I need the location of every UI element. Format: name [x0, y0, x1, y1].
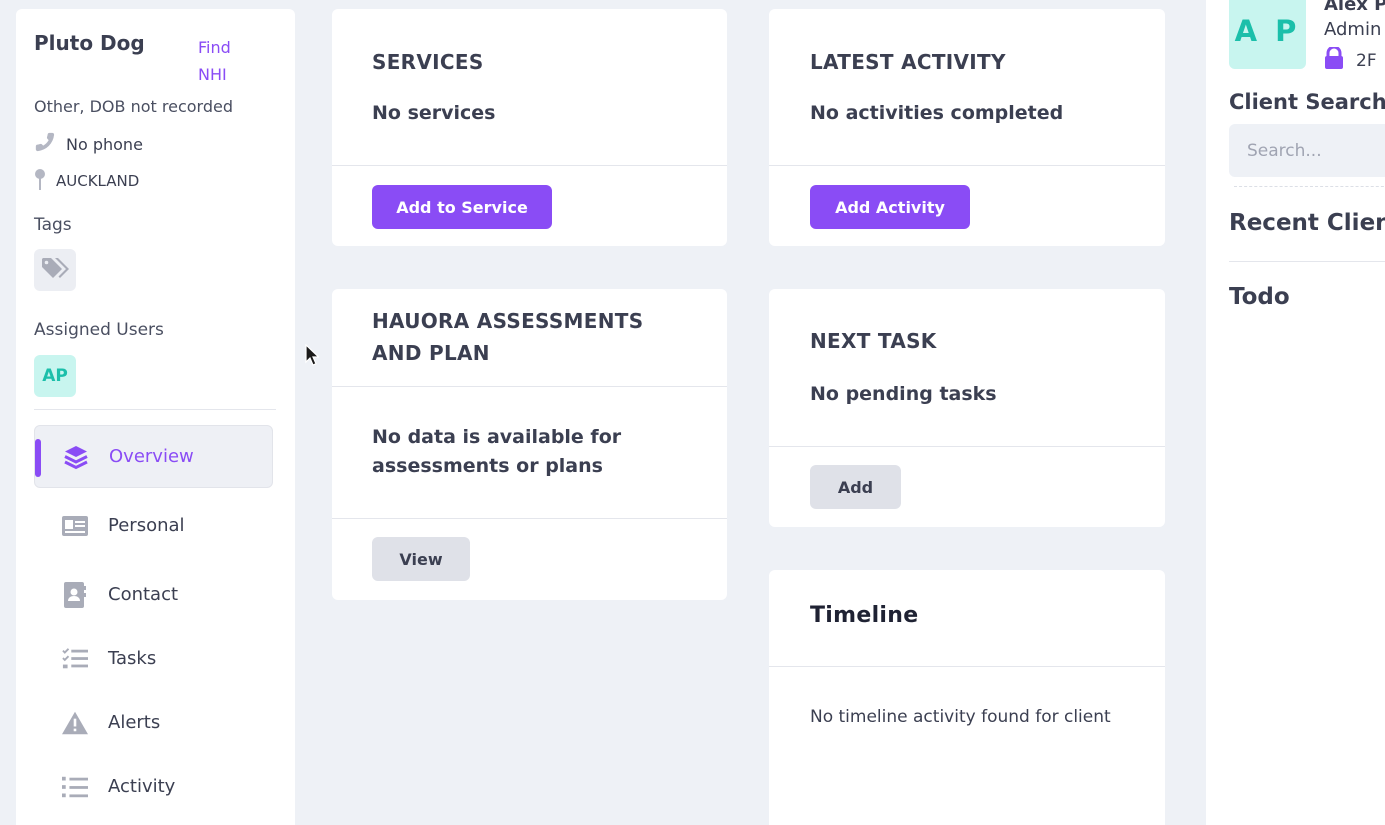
- right-panel: A P Alex Po Admin 2F Client Search Recen…: [1206, 0, 1385, 825]
- card-divider: [769, 165, 1165, 166]
- nav-item-tasks[interactable]: Tasks: [34, 627, 273, 690]
- nav-label: Overview: [109, 446, 194, 467]
- todo-title: Todo: [1229, 284, 1290, 310]
- hauora-title-line1: HAUORA ASSESSMENTS: [372, 309, 644, 333]
- client-search-input[interactable]: [1229, 124, 1385, 177]
- hauora-title-line2: AND PLAN: [372, 341, 490, 365]
- twofa-label: 2F: [1356, 50, 1377, 71]
- nav-label: Contact: [108, 584, 179, 605]
- divider: [34, 409, 276, 410]
- client-location-row: AUCKLAND: [34, 168, 139, 194]
- client-phone-row: No phone: [34, 131, 143, 157]
- latest-activity-title: LATEST ACTIVITY: [810, 50, 1006, 74]
- hauora-empty-line1: No data is available for: [372, 426, 622, 448]
- user-name: Alex Po: [1324, 0, 1385, 15]
- client-sidebar: Pluto Dog Find NHI Other, DOB not record…: [16, 9, 295, 825]
- hauora-card: HAUORA ASSESSMENTS AND PLAN No data is a…: [332, 289, 727, 600]
- tags-icon: [40, 256, 70, 284]
- nav-item-personal[interactable]: Personal: [34, 494, 273, 557]
- card-divider: [769, 446, 1165, 447]
- phone-icon: [34, 131, 56, 157]
- services-card: SERVICES No services Add to Service: [332, 9, 727, 246]
- map-pin-icon: [34, 168, 46, 194]
- address-book-icon: [62, 581, 88, 608]
- services-empty-text: No services: [372, 102, 496, 124]
- id-card-icon: [62, 513, 88, 539]
- tasks-icon: [62, 646, 88, 672]
- divider: [1234, 186, 1385, 187]
- lock-icon: [1324, 45, 1344, 74]
- timeline-empty-text: No timeline activity found for client: [810, 707, 1111, 727]
- nav-item-contact[interactable]: Contact: [34, 563, 273, 626]
- nav-item-overview[interactable]: Overview: [34, 425, 273, 488]
- timeline-title: Timeline: [810, 603, 919, 628]
- client-name: Pluto Dog: [34, 31, 145, 55]
- warning-icon: [62, 710, 88, 736]
- client-location: AUCKLAND: [56, 172, 140, 190]
- nav-label: Tasks: [108, 648, 157, 669]
- client-search-label: Client Search: [1229, 90, 1385, 114]
- latest-activity-card: LATEST ACTIVITY No activities completed …: [769, 9, 1165, 246]
- add-task-button[interactable]: Add: [810, 465, 901, 509]
- card-divider: [332, 386, 727, 387]
- client-phone: No phone: [66, 134, 143, 154]
- card-divider: [332, 165, 727, 166]
- nav-item-alerts[interactable]: Alerts: [34, 691, 273, 754]
- timeline-card: Timeline No timeline activity found for …: [769, 570, 1165, 825]
- find-nhi-link[interactable]: Find NHI: [198, 34, 258, 88]
- user-role: Admin: [1324, 19, 1382, 40]
- recent-clients-title: Recent Clien: [1229, 210, 1385, 236]
- add-to-service-button[interactable]: Add to Service: [372, 185, 552, 229]
- mouse-cursor-icon: [305, 343, 320, 370]
- user-avatar[interactable]: A P: [1229, 0, 1306, 69]
- tags-button[interactable]: [34, 249, 76, 291]
- divider: [1229, 261, 1385, 262]
- client-dob: Other, DOB not recorded: [34, 97, 233, 116]
- add-activity-button[interactable]: Add Activity: [810, 185, 970, 229]
- nav-label: Activity: [108, 776, 176, 797]
- next-task-title: NEXT TASK: [810, 329, 937, 353]
- assigned-users-label: Assigned Users: [34, 320, 164, 340]
- tags-label: Tags: [34, 215, 72, 235]
- view-button[interactable]: View: [372, 537, 470, 581]
- latest-activity-empty-text: No activities completed: [810, 102, 1064, 124]
- card-divider: [332, 518, 727, 519]
- assigned-user-avatar[interactable]: AP: [34, 355, 76, 397]
- nav-item-activity[interactable]: Activity: [34, 755, 273, 818]
- nav-label: Alerts: [108, 712, 161, 733]
- list-icon: [62, 774, 88, 800]
- card-divider: [769, 666, 1165, 667]
- hauora-empty-line2: assessments or plans: [372, 455, 603, 477]
- nav-label: Personal: [108, 515, 185, 536]
- layers-icon: [63, 444, 89, 470]
- services-title: SERVICES: [372, 50, 484, 74]
- next-task-card: NEXT TASK No pending tasks Add: [769, 289, 1165, 527]
- twofa-status: 2F: [1324, 45, 1377, 74]
- next-task-empty-text: No pending tasks: [810, 383, 997, 405]
